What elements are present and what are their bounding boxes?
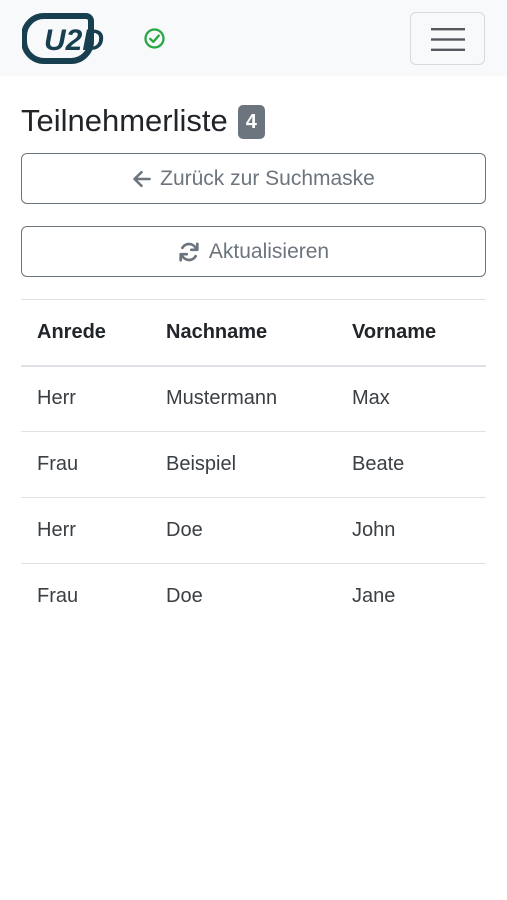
cell-salutation: Herr	[21, 497, 150, 564]
top-navbar: U2D	[0, 0, 507, 76]
cell-firstname: John	[336, 497, 486, 564]
arrow-left-icon	[132, 170, 151, 188]
cell-lastname: Doe	[150, 497, 336, 564]
column-header-firstname[interactable]: Vorname	[336, 299, 486, 367]
refresh-button-label: Aktualisieren	[208, 239, 330, 263]
column-header-salutation[interactable]: Anrede	[21, 299, 150, 367]
page-title: Teilnehmerliste	[21, 103, 228, 138]
brand-logo[interactable]: U2D	[21, 11, 124, 65]
cell-firstname: Beate	[336, 431, 486, 498]
participant-table: Anrede Nachname Vorname Herr Mustermann …	[21, 299, 486, 630]
back-to-search-button[interactable]: Zurück zur Suchmaske	[21, 153, 486, 204]
cell-lastname: Mustermann	[150, 365, 336, 432]
refresh-button[interactable]: Aktualisieren	[21, 226, 486, 277]
logo-text: U2D	[44, 24, 104, 57]
table-row[interactable]: Frau Doe Jane	[21, 564, 486, 630]
u2d-logo-icon: U2D	[21, 13, 104, 64]
cell-salutation: Frau	[21, 431, 150, 498]
cell-salutation: Herr	[21, 365, 150, 432]
menu-toggle-button[interactable]	[410, 12, 485, 65]
table-row[interactable]: Herr Mustermann Max	[21, 365, 486, 432]
column-header-lastname[interactable]: Nachname	[150, 299, 336, 367]
table-row[interactable]: Frau Beispiel Beate	[21, 431, 486, 498]
back-button-label: Zurück zur Suchmaske	[160, 166, 375, 190]
page-header: Teilnehmerliste 4	[21, 102, 486, 140]
cell-firstname: Jane	[352, 585, 396, 608]
cell-firstname: Max	[336, 365, 486, 432]
table-header-row: Anrede Nachname Vorname	[21, 299, 486, 367]
cell-lastname: Beispiel	[150, 431, 336, 498]
table-row[interactable]: Herr Doe John	[21, 497, 486, 564]
main-content: Teilnehmerliste 4 Zurück zur Suchmaske A…	[0, 102, 507, 630]
participant-count-badge: 4	[237, 105, 265, 139]
cell-salutation: Frau	[37, 585, 79, 608]
refresh-icon	[178, 241, 200, 263]
cell-lastname: Doe	[166, 585, 203, 608]
check-circle-icon	[143, 27, 166, 50]
